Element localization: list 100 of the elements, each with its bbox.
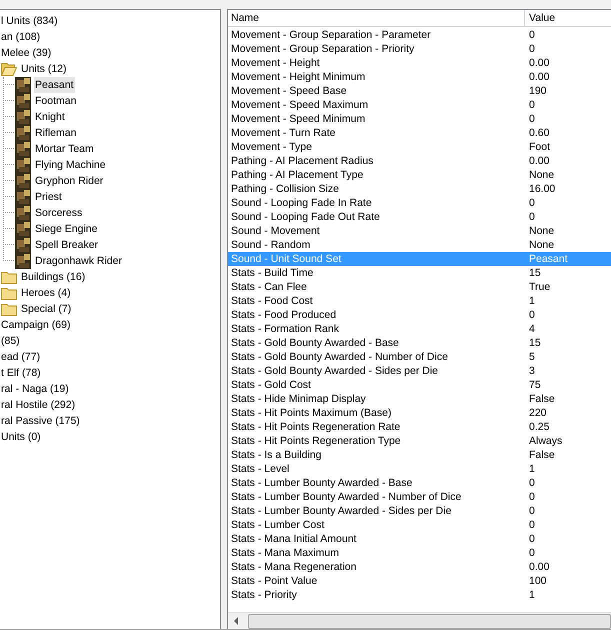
property-value: 75: [528, 378, 542, 392]
property-value: 16.00: [528, 182, 556, 196]
property-name: Stats - Mana Initial Amount: [230, 532, 358, 546]
tree-item[interactable]: Flying Machine: [34, 157, 107, 173]
property-row[interactable]: Sound - Looping Fade Out Rate 0: [228, 210, 611, 224]
unit-portrait-icon: [15, 173, 31, 189]
tree-item[interactable]: an (108): [0, 29, 42, 45]
tree-item[interactable]: t Elf (78): [0, 365, 42, 381]
property-row[interactable]: Stats - Priority 1: [228, 588, 611, 602]
unit-portrait-icon: [15, 109, 31, 125]
tree-item[interactable]: ral Hostile (292): [0, 397, 76, 413]
property-value: 220: [528, 406, 548, 420]
horizontal-scrollbar[interactable]: [228, 612, 611, 629]
scroll-left-icon[interactable]: [233, 617, 239, 625]
tree-item[interactable]: ead (77): [0, 349, 42, 365]
tree-item[interactable]: Melee (39): [0, 45, 52, 61]
property-name: Sound - Looping Fade In Rate: [230, 196, 373, 210]
property-name: Stats - Lumber Cost: [230, 518, 326, 532]
property-value: False: [528, 448, 556, 462]
property-row[interactable]: Movement - Height Minimum 0.00: [228, 70, 611, 84]
property-row[interactable]: Stats - Gold Bounty Awarded - Base 15: [228, 336, 611, 350]
property-row[interactable]: Stats - Gold Bounty Awarded - Number of Dice 5: [228, 350, 611, 364]
tree-item[interactable]: Special (7): [20, 301, 72, 317]
property-row[interactable]: Stats - Formation Rank 4: [228, 322, 611, 336]
property-row[interactable]: Movement - Group Separation - Parameter 0: [228, 28, 611, 42]
property-row[interactable]: Pathing - AI Placement Type None: [228, 168, 611, 182]
property-name: Stats - Can Flee: [230, 280, 308, 294]
property-row[interactable]: Stats - Gold Bounty Awarded - Sides per Die 3: [228, 364, 611, 378]
property-row[interactable]: Movement - Turn Rate 0.60: [228, 126, 611, 140]
property-value: 0: [528, 518, 536, 532]
tree-item[interactable]: Dragonhawk Rider: [34, 253, 123, 269]
tree-item[interactable]: Heroes (4): [20, 285, 72, 301]
tree-item[interactable]: Priest: [34, 189, 63, 205]
tree-item[interactable]: Units (12): [20, 61, 68, 77]
property-row[interactable]: Stats - Can Flee True: [228, 280, 611, 294]
property-value: 0: [528, 308, 536, 322]
scrollbar-thumb[interactable]: [248, 614, 611, 628]
property-row[interactable]: Movement - Speed Base 190: [228, 84, 611, 98]
tree-item[interactable]: Rifleman: [34, 125, 78, 141]
property-row[interactable]: Pathing - AI Placement Radius 0.00: [228, 154, 611, 168]
property-row[interactable]: Sound - Looping Fade In Rate 0: [228, 196, 611, 210]
property-row[interactable]: Movement - Height 0.00: [228, 56, 611, 70]
tree-item[interactable]: Gryphon Rider: [34, 173, 104, 189]
property-row[interactable]: Stats - Food Cost 1: [228, 294, 611, 308]
tree-item[interactable]: Peasant: [34, 77, 75, 93]
property-row[interactable]: Stats - Hit Points Regeneration Type Always: [228, 434, 611, 448]
property-row[interactable]: Movement - Group Separation - Priority 0: [228, 42, 611, 56]
column-header[interactable]: Name: [228, 10, 525, 26]
property-row[interactable]: Stats - Hide Minimap Display False: [228, 392, 611, 406]
property-value: 0: [528, 196, 536, 210]
tree-item[interactable]: Siege Engine: [34, 221, 98, 237]
property-row[interactable]: Stats - Food Produced 0: [228, 308, 611, 322]
property-value: 0: [528, 112, 536, 126]
property-name: Stats - Mana Maximum: [230, 546, 340, 560]
tree-item[interactable]: l Units (834): [0, 13, 59, 29]
unit-portrait-icon: [15, 189, 31, 205]
property-row[interactable]: Sound - Movement None: [228, 224, 611, 238]
property-row[interactable]: Stats - Lumber Cost 0: [228, 518, 611, 532]
tree-item[interactable]: Units (0): [0, 429, 42, 445]
property-value: 15: [528, 266, 542, 280]
tree-item[interactable]: ral Passive (175): [0, 413, 81, 429]
tree-item[interactable]: Sorceress: [34, 205, 84, 221]
property-row[interactable]: Stats - Gold Cost 75: [228, 378, 611, 392]
property-row[interactable]: Stats - Hit Points Maximum (Base) 220: [228, 406, 611, 420]
property-row[interactable]: Movement - Type Foot: [228, 140, 611, 154]
property-row[interactable]: Stats - Build Time 15: [228, 266, 611, 280]
tree-item[interactable]: Buildings (16): [20, 269, 86, 285]
tree-item[interactable]: Footman: [34, 93, 78, 109]
property-name: Movement - Type: [230, 140, 313, 154]
property-row[interactable]: Stats - Point Value 100: [228, 574, 611, 588]
property-value: 0.00: [528, 560, 550, 574]
property-name: Stats - Hit Points Regeneration Rate: [230, 420, 402, 434]
property-name: Movement - Height: [230, 56, 321, 70]
column-header[interactable]: Value: [525, 10, 611, 26]
property-row[interactable]: Pathing - Collision Size 16.00: [228, 182, 611, 196]
property-row[interactable]: Stats - Lumber Bounty Awarded - Number of Dice 0: [228, 490, 611, 504]
tree-item[interactable]: Mortar Team: [34, 141, 95, 157]
property-name: Pathing - Collision Size: [230, 182, 340, 196]
property-name: Stats - Build Time: [230, 266, 314, 280]
tree-item[interactable]: Campaign (69): [0, 317, 72, 333]
property-value: Peasant: [528, 252, 569, 266]
property-row[interactable]: Movement - Speed Maximum 0: [228, 98, 611, 112]
property-row[interactable]: Stats - Lumber Bounty Awarded - Base 0: [228, 476, 611, 490]
property-value: 15: [528, 336, 542, 350]
property-row[interactable]: Sound - Random None: [228, 238, 611, 252]
property-row[interactable]: Stats - Lumber Bounty Awarded - Sides per Die 0: [228, 504, 611, 518]
tree-item[interactable]: ral - Naga (19): [0, 381, 70, 397]
tree-item[interactable]: Knight: [34, 109, 66, 125]
property-row[interactable]: Stats - Mana Maximum 0: [228, 546, 611, 560]
tree-item[interactable]: Spell Breaker: [34, 237, 100, 253]
property-value: 0.25: [528, 420, 550, 434]
property-row[interactable]: Stats - Mana Regeneration 0.00: [228, 560, 611, 574]
tree-item[interactable]: (85): [0, 333, 21, 349]
property-row[interactable]: Movement - Speed Minimum 0: [228, 112, 611, 126]
property-row[interactable]: Stats - Is a Building False: [228, 448, 611, 462]
property-value: Foot: [528, 140, 552, 154]
property-row[interactable]: Stats - Level 1: [228, 462, 611, 476]
property-row[interactable]: Stats - Hit Points Regeneration Rate 0.25: [228, 420, 611, 434]
property-name: Stats - Gold Cost: [230, 378, 312, 392]
property-row[interactable]: Stats - Mana Initial Amount 0: [228, 532, 611, 546]
